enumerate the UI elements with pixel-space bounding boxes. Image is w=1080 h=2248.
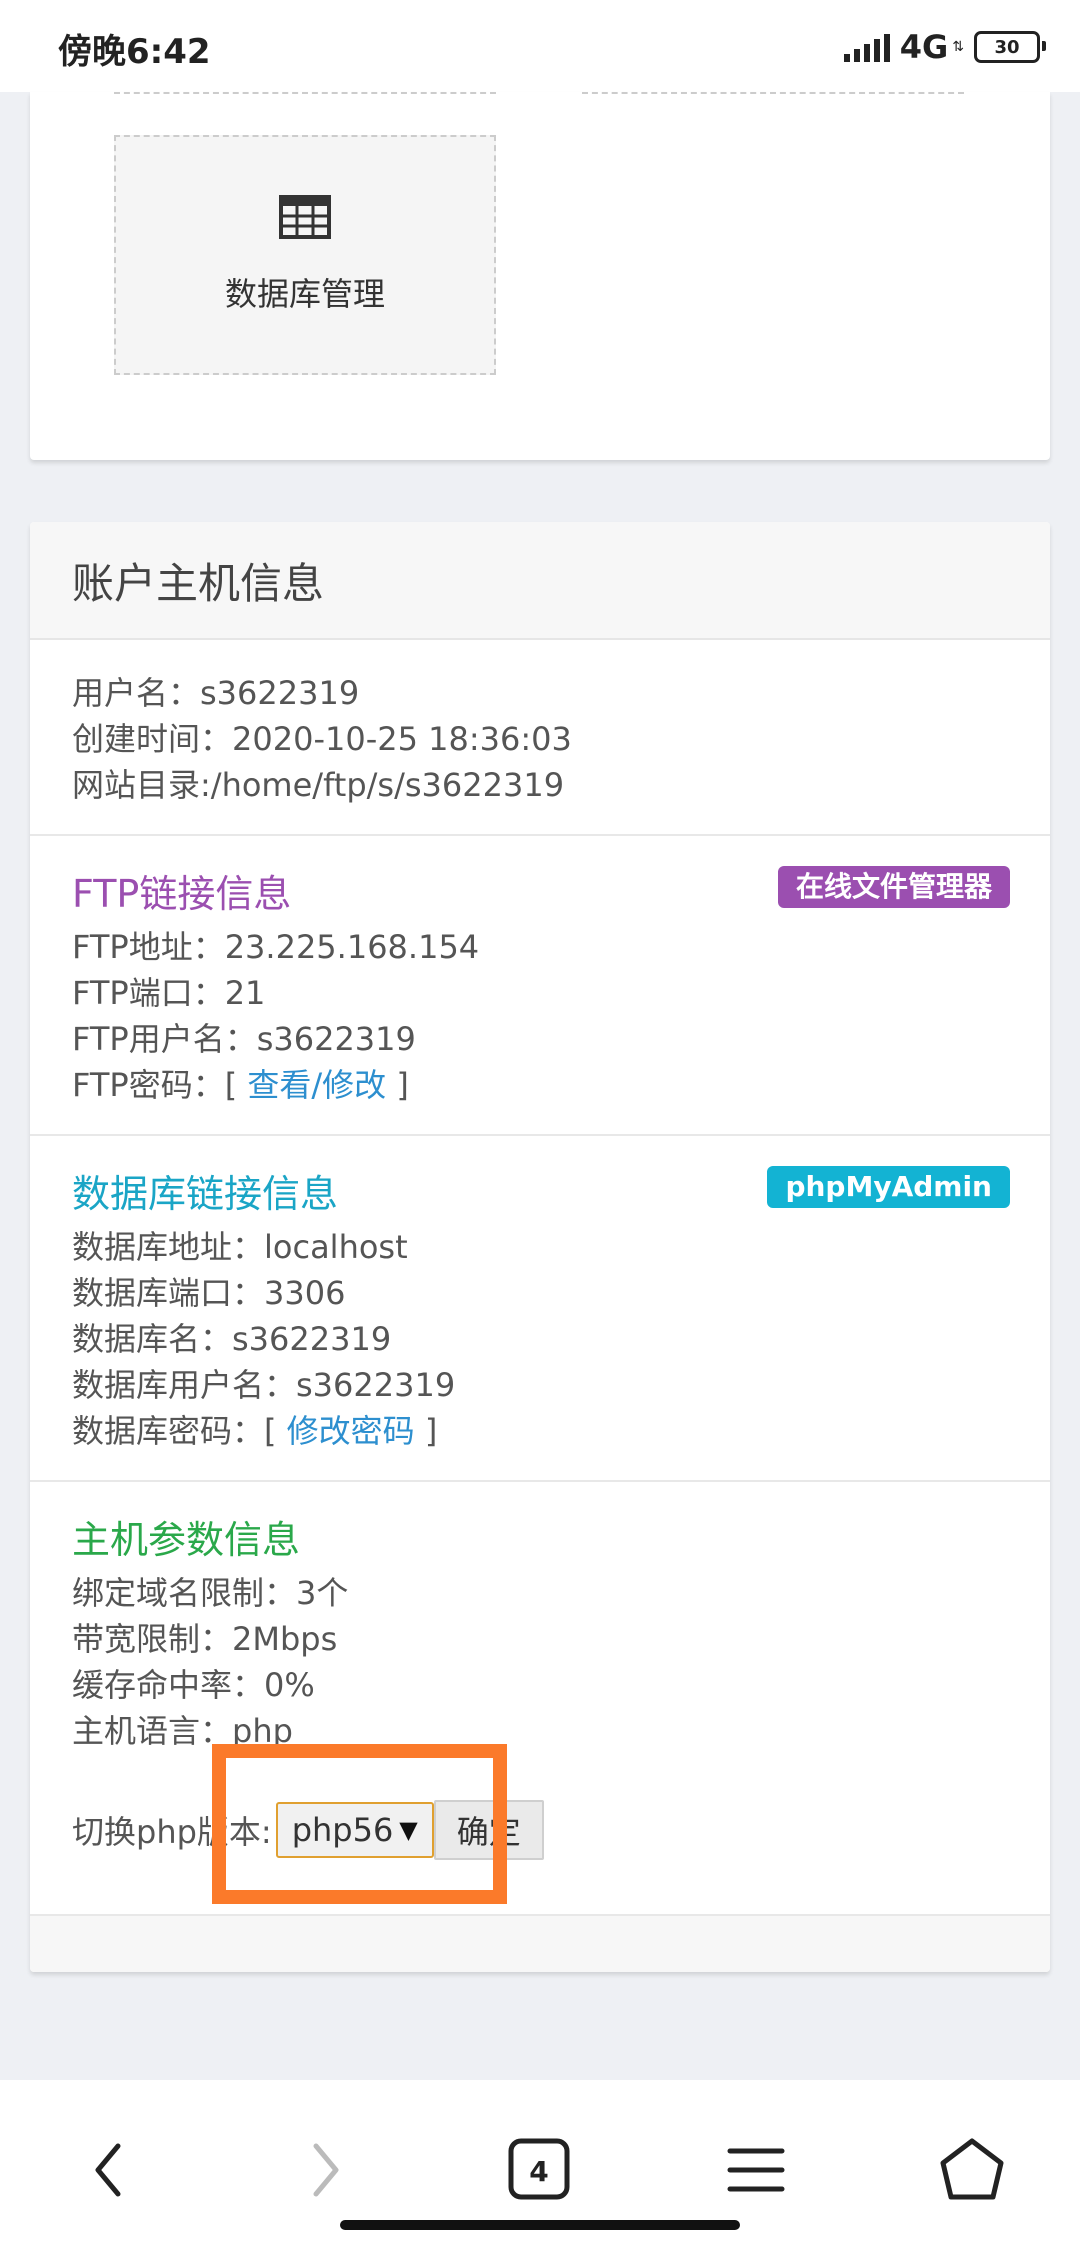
bandwidth-limit: 带宽限制：2Mbps — [72, 1620, 338, 1658]
bracket-close: ] — [386, 1066, 409, 1104]
created-time-line: 创建时间：2020-10-25 18:36:03 — [72, 720, 572, 758]
site-dir-line: 网站目录:/home/ftp/s/s3622319 — [72, 766, 565, 804]
menu-icon[interactable] — [716, 2130, 796, 2210]
status-bar: 傍晚6:42 4G ⇅ 30 — [0, 0, 1080, 92]
back-icon[interactable] — [68, 2130, 148, 2210]
db-user: 数据库用户名：s3622319 — [72, 1366, 456, 1404]
ftp-user: FTP用户名：s3622319 — [72, 1020, 416, 1058]
account-host-card: 账户主机信息 用户名：s3622319 创建时间：2020-10-25 18:3… — [30, 522, 1050, 1972]
phpmyadmin-badge[interactable]: phpMyAdmin — [767, 1166, 1010, 1208]
svg-text:4: 4 — [529, 2155, 548, 2188]
ftp-section: FTP链接信息 在线文件管理器 FTP地址：23.225.168.154 FTP… — [30, 836, 1050, 1136]
ftp-password-label: FTP密码： — [72, 1066, 225, 1104]
status-right: 4G ⇅ 30 — [843, 28, 1046, 66]
bracket-open: [ — [264, 1412, 287, 1450]
tile-edge-left — [114, 92, 496, 94]
db-address: 数据库地址：localhost — [72, 1228, 408, 1266]
ftp-password-line: FTP密码：[ 查看/修改 ] — [72, 1062, 1008, 1108]
db-password-link[interactable]: 修改密码 — [287, 1412, 415, 1450]
db-section: 数据库链接信息 phpMyAdmin 数据库地址：localhost 数据库端口… — [30, 1136, 1050, 1482]
ftp-password-link[interactable]: 查看/修改 — [247, 1066, 386, 1104]
tile-edge-right — [582, 92, 964, 94]
card-title: 账户主机信息 — [30, 522, 1050, 640]
card-footer — [30, 1916, 1050, 1972]
basic-info-section: 用户名：s3622319 创建时间：2020-10-25 18:36:03 网站… — [30, 640, 1050, 836]
db-password-label: 数据库密码： — [72, 1412, 265, 1450]
gesture-home-bar[interactable] — [340, 2220, 740, 2230]
domain-limit: 绑定域名限制：3个 — [72, 1574, 349, 1612]
ftp-address: FTP地址：23.225.168.154 — [72, 928, 480, 966]
table-grid-icon — [279, 195, 331, 239]
database-management-tile[interactable]: 数据库管理 — [114, 135, 496, 375]
signal-icon — [843, 32, 890, 62]
ftp-port: FTP端口：21 — [72, 974, 266, 1012]
home-icon[interactable] — [932, 2130, 1012, 2210]
tabs-icon[interactable]: 4 — [500, 2130, 580, 2210]
forward-icon[interactable] — [286, 2130, 366, 2210]
db-port: 数据库端口：3306 — [72, 1274, 346, 1312]
tools-card: 数据库管理 — [30, 92, 1050, 460]
db-password-line: 数据库密码：[ 修改密码 ] — [72, 1408, 1008, 1454]
battery-level: 30 — [994, 36, 1020, 58]
bracket-close: ] — [414, 1412, 438, 1450]
host-section: 主机参数信息 绑定域名限制：3个 带宽限制：2Mbps 缓存命中率：0% 主机语… — [30, 1482, 1050, 1916]
cache-hit-rate: 缓存命中率：0% — [72, 1666, 315, 1704]
highlight-box — [212, 1744, 507, 1904]
bracket-open: [ — [224, 1066, 248, 1104]
status-time: 傍晚6:42 — [58, 32, 211, 72]
username-line: 用户名：s3622319 — [72, 674, 360, 712]
host-title: 主机参数信息 — [72, 1518, 301, 1562]
network-type: 4G — [899, 28, 949, 66]
database-management-label: 数据库管理 — [224, 275, 385, 313]
db-name: 数据库名：s3622319 — [72, 1320, 392, 1358]
data-arrows-icon: ⇅ — [952, 39, 964, 55]
file-manager-badge[interactable]: 在线文件管理器 — [777, 866, 1010, 908]
battery-icon: 30 — [974, 31, 1046, 63]
